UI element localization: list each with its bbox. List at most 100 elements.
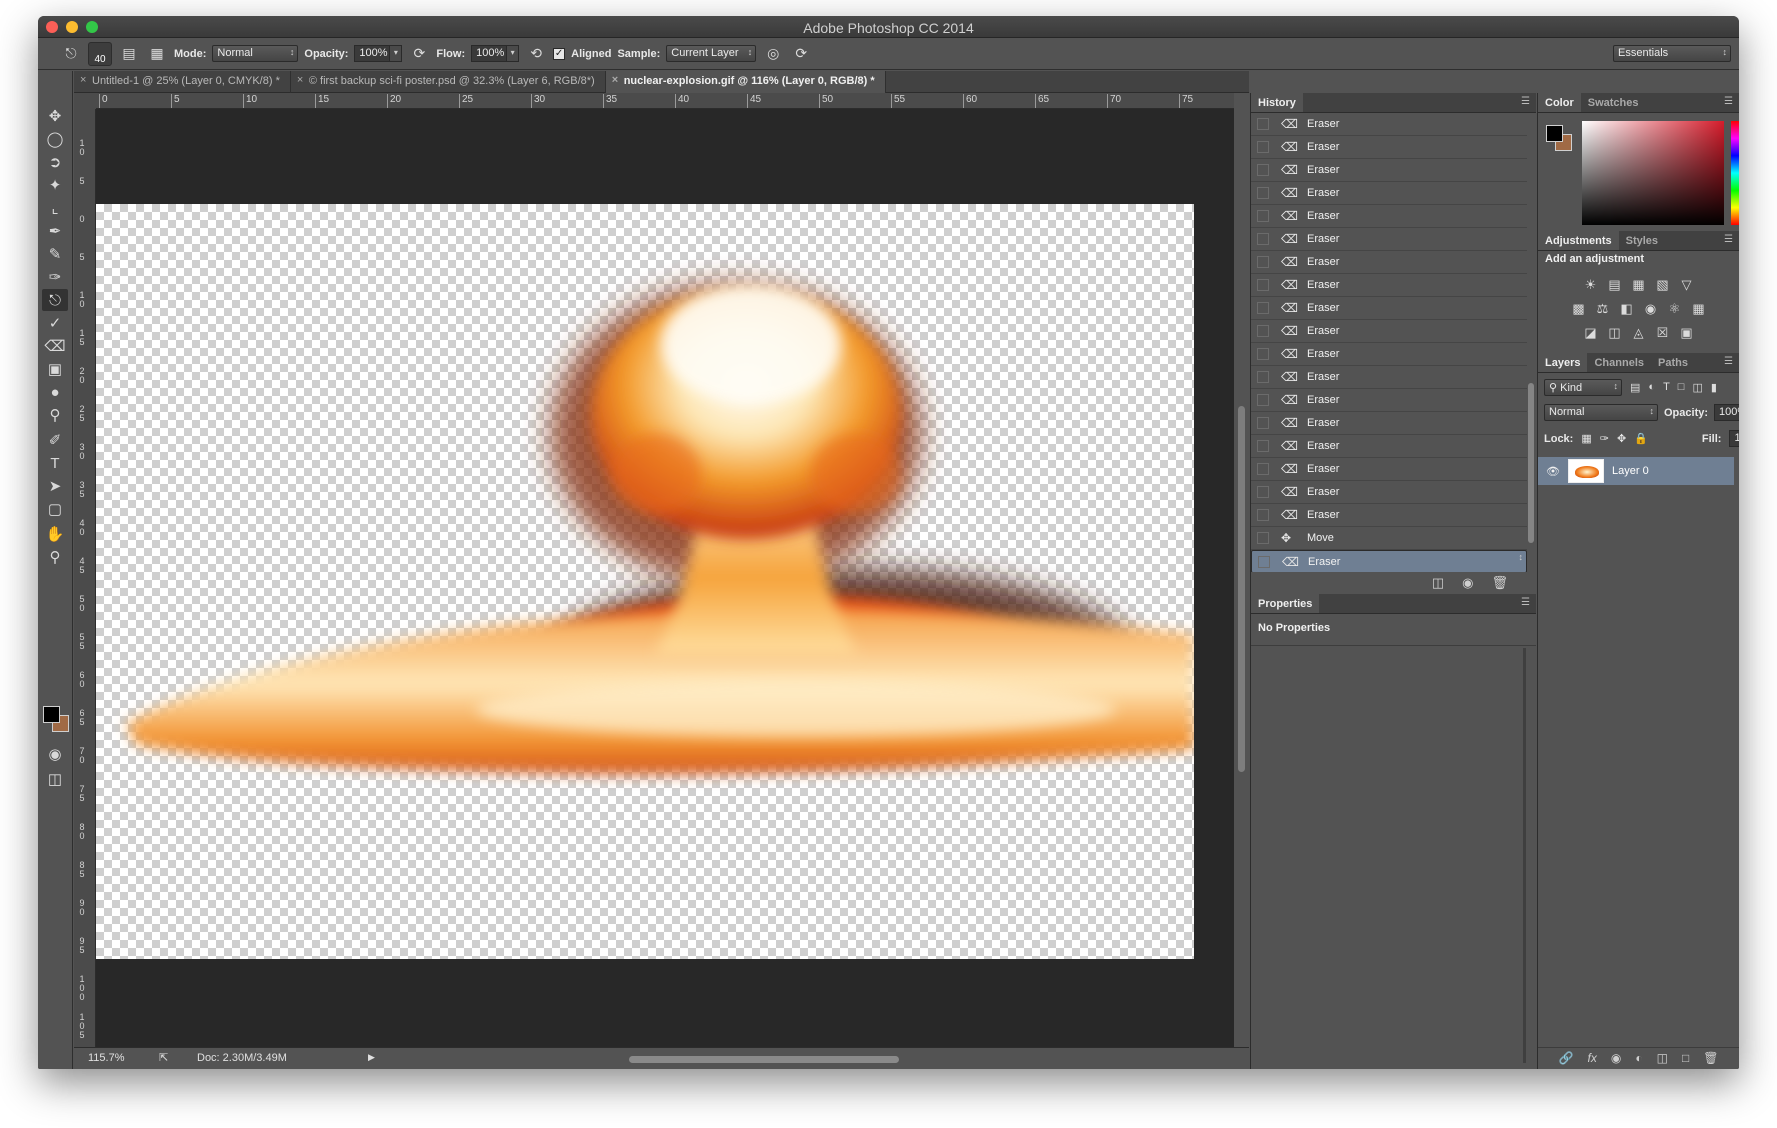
history-snapshot-source-checkbox[interactable]: [1258, 556, 1270, 568]
history-state[interactable]: ⌫ Eraser: [1251, 550, 1527, 572]
vibrance-icon[interactable]: ▽: [1679, 277, 1695, 293]
levels-icon[interactable]: ▤: [1607, 277, 1623, 293]
tab-color[interactable]: Color: [1538, 93, 1581, 112]
lock-all-icon[interactable]: 🔒: [1634, 432, 1648, 445]
layer-kind-filter[interactable]: ⚲ Kind: [1544, 378, 1622, 396]
history-state[interactable]: ⌫ Eraser: [1251, 136, 1527, 159]
clone-stamp-preset-icon[interactable]: ⎋: [60, 44, 82, 64]
zoom-tool-icon[interactable]: ⚲: [42, 546, 68, 568]
history-snapshot-source-checkbox[interactable]: [1257, 463, 1269, 475]
history-state[interactable]: ✥ Move: [1251, 527, 1527, 550]
eyedropper-tool-icon[interactable]: ✒: [42, 220, 68, 242]
document-canvas[interactable]: [96, 204, 1194, 959]
mode-select[interactable]: Normal: [212, 45, 299, 62]
tab-nuclear-explosion[interactable]: nuclear-explosion.gif @ 116% (Layer 0, R…: [605, 71, 886, 93]
history-state[interactable]: ⌫ Eraser: [1251, 205, 1527, 228]
horizontal-ruler[interactable]: 0 5 10 15 20 25 30 35 40 45 50 55 60 65 70 75: [96, 93, 1234, 109]
canvas-vertical-scrollbar[interactable]: [1238, 406, 1245, 772]
tab-adjustments[interactable]: Adjustments: [1538, 231, 1619, 250]
history-scrollbar[interactable]: [1528, 383, 1534, 543]
brush-size-picker[interactable]: 40: [88, 41, 112, 66]
selective-color-icon[interactable]: ☒: [1655, 325, 1671, 341]
trash-icon[interactable]: 🗑: [1491, 575, 1508, 594]
flow-dropdown[interactable]: ▾: [507, 45, 520, 62]
tab-history[interactable]: History: [1251, 93, 1303, 112]
visibility-eye-icon[interactable]: 👁: [1546, 465, 1560, 478]
layer-opacity-field[interactable]: 100%: [1714, 404, 1739, 421]
color-foreground-swatch[interactable]: [1546, 125, 1563, 142]
aligned-checkbox[interactable]: ✓: [553, 47, 566, 60]
history-snapshot-source-checkbox[interactable]: [1257, 509, 1269, 521]
ruler-origin[interactable]: [74, 93, 96, 109]
history-state[interactable]: ⌫ Eraser: [1251, 343, 1527, 366]
history-snapshot-source-checkbox[interactable]: [1257, 279, 1269, 291]
layer-fill-field[interactable]: 100%: [1729, 430, 1739, 447]
dodge-tool-icon[interactable]: ⚲: [42, 404, 68, 426]
gradient-tool-icon[interactable]: ▣: [42, 358, 68, 380]
properties-scrollbar[interactable]: [1523, 648, 1526, 1063]
status-menu-arrow-icon[interactable]: ▶: [368, 1052, 375, 1063]
zoom-level[interactable]: 115.7%: [88, 1052, 125, 1064]
type-layer-filter-icon[interactable]: T: [1663, 381, 1670, 393]
clone-stamp-tool-icon[interactable]: ⎋: [42, 289, 68, 311]
history-state[interactable]: ⌫ Eraser: [1251, 389, 1527, 412]
history-snapshot-source-checkbox[interactable]: [1257, 394, 1269, 406]
lock-image-pixels-icon[interactable]: ✑: [1600, 432, 1609, 445]
tab-paths[interactable]: Paths: [1651, 353, 1695, 372]
marquee-tool-icon[interactable]: ◯: [42, 128, 68, 150]
photo-filter-icon[interactable]: ◉: [1643, 301, 1659, 317]
rectangle-tool-icon[interactable]: ▢: [42, 498, 68, 520]
history-state[interactable]: ⌫ Eraser: [1251, 228, 1527, 251]
history-snapshot-source-checkbox[interactable]: [1257, 486, 1269, 498]
history-snapshot-source-checkbox[interactable]: [1257, 348, 1269, 360]
history-snapshot-source-checkbox[interactable]: [1257, 532, 1269, 544]
quick-mask-icon[interactable]: ◉: [42, 743, 68, 765]
color-lookup-icon[interactable]: ▦: [1691, 301, 1707, 317]
sample-select[interactable]: Current Layer: [666, 45, 757, 62]
foreground-color-swatch[interactable]: [43, 706, 60, 723]
black-white-icon[interactable]: ◧: [1619, 301, 1635, 317]
share-icon[interactable]: ⇱: [159, 1051, 168, 1064]
pressure-size-icon[interactable]: ⟳: [790, 44, 812, 64]
history-snapshot-source-checkbox[interactable]: [1257, 440, 1269, 452]
layer-name[interactable]: Layer 0: [1612, 465, 1649, 477]
move-tool-icon[interactable]: ✥: [42, 105, 68, 127]
curves-icon[interactable]: ▦: [1631, 277, 1647, 293]
threshold-icon[interactable]: ◬: [1631, 325, 1647, 341]
pixel-layer-filter-icon[interactable]: ▤: [1630, 381, 1640, 394]
panel-menu-icon[interactable]: ☰: [1521, 96, 1530, 107]
tab-styles[interactable]: Styles: [1619, 231, 1665, 250]
history-state[interactable]: ⌫ Eraser: [1251, 504, 1527, 527]
panel-menu-icon[interactable]: ☰: [1724, 356, 1733, 367]
history-state[interactable]: ⌫ Eraser: [1251, 159, 1527, 182]
new-group-folder-icon[interactable]: ◫: [1657, 1051, 1668, 1069]
history-snapshot-source-checkbox[interactable]: [1257, 256, 1269, 268]
brush-panel-icon[interactable]: ▤: [118, 44, 140, 64]
layer-style-fx-icon[interactable]: fx: [1588, 1051, 1597, 1069]
hue-saturation-icon[interactable]: ▩: [1571, 301, 1587, 317]
ignore-adjustment-icon[interactable]: ◎: [762, 44, 784, 64]
history-state[interactable]: ⌫ Eraser: [1251, 251, 1527, 274]
new-layer-icon[interactable]: □: [1682, 1051, 1689, 1069]
new-adjustment-layer-icon[interactable]: ◐: [1635, 1051, 1642, 1069]
add-mask-icon[interactable]: ◉: [1611, 1051, 1621, 1069]
path-selection-tool-icon[interactable]: ➤: [42, 475, 68, 497]
hue-spectrum-slider[interactable]: [1731, 121, 1739, 225]
history-snapshot-source-checkbox[interactable]: [1257, 371, 1269, 383]
history-state[interactable]: ⌫ Eraser: [1251, 274, 1527, 297]
history-snapshot-source-checkbox[interactable]: [1257, 141, 1269, 153]
history-snapshot-source-checkbox[interactable]: [1257, 118, 1269, 130]
history-snapshot-source-checkbox[interactable]: [1257, 210, 1269, 222]
invert-icon[interactable]: ◪: [1583, 325, 1599, 341]
delete-layer-trash-icon[interactable]: 🗑: [1703, 1051, 1718, 1069]
history-brush-tool-icon[interactable]: ✓: [42, 312, 68, 334]
magic-wand-tool-icon[interactable]: ✦: [42, 174, 68, 196]
tab-swatches[interactable]: Swatches: [1581, 93, 1646, 112]
history-state[interactable]: ⌫ Eraser: [1251, 481, 1527, 504]
opacity-field[interactable]: 100%: [354, 45, 391, 62]
link-layers-icon[interactable]: 🔗: [1559, 1051, 1574, 1069]
history-snapshot-source-checkbox[interactable]: [1257, 325, 1269, 337]
layer-blend-mode-select[interactable]: Normal: [1544, 404, 1658, 421]
history-state[interactable]: ⌫ Eraser: [1251, 366, 1527, 389]
panel-menu-icon[interactable]: ☰: [1724, 96, 1733, 107]
